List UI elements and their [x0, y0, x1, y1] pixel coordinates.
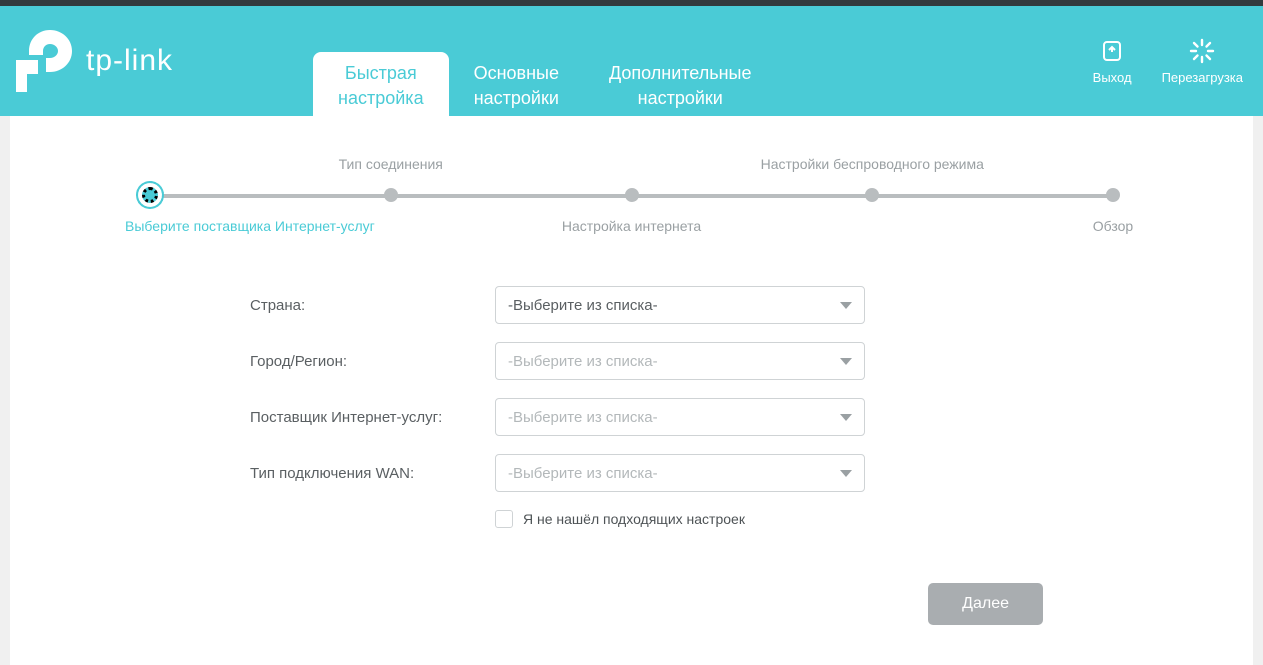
select-isp-value: -Выберите из списка- [508, 409, 658, 426]
row-isp: Поставщик Интернет-услуг: -Выберите из с… [250, 398, 970, 436]
step-label-select-isp: Выберите поставщика Интернет-услуг [125, 218, 375, 234]
step-dot-1[interactable] [142, 187, 158, 203]
label-city: Город/Регион: [250, 353, 495, 370]
step-label-overview: Обзор [1093, 218, 1133, 234]
tab-basic-settings[interactable]: Основные настройки [449, 52, 584, 116]
step-label-connection-type: Тип соединения [339, 156, 443, 172]
step-dot-4[interactable] [865, 188, 879, 202]
tab-label-line2: настройка [338, 86, 424, 110]
header-actions: Выход Перезагрузка [1093, 38, 1243, 85]
select-city[interactable]: -Выберите из списка- [495, 342, 865, 380]
tplink-logo-icon [16, 30, 74, 92]
step-dot-3[interactable] [625, 188, 639, 202]
logout-label: Выход [1093, 70, 1132, 85]
step-label-internet-setup: Настройка интернета [562, 218, 701, 234]
reboot-button[interactable]: Перезагрузка [1162, 38, 1243, 85]
header: tp-link Быстрая настройка Основные настр… [0, 6, 1263, 116]
row-wan: Тип подключения WAN: -Выберите из списка… [250, 454, 970, 492]
content-panel: Тип соединения Настройки беспроводного р… [10, 116, 1253, 665]
tab-advanced-settings[interactable]: Дополнительные настройки [584, 52, 777, 116]
reboot-icon [1189, 38, 1215, 64]
brand-logo: tp-link [10, 30, 173, 92]
chevron-down-icon [840, 358, 852, 365]
logout-button[interactable]: Выход [1093, 38, 1132, 85]
select-wan-value: -Выберите из списка- [508, 465, 658, 482]
chevron-down-icon [840, 470, 852, 477]
checkbox-not-found[interactable] [495, 510, 513, 528]
step-label-wireless: Настройки беспроводного режима [761, 156, 984, 172]
main-tabs: Быстрая настройка Основные настройки Доп… [313, 6, 776, 116]
select-country[interactable]: -Выберите из списка- [495, 286, 865, 324]
tab-label-line2: настройки [609, 86, 752, 110]
isp-form: Страна: -Выберите из списка- Город/Регио… [250, 286, 970, 528]
label-not-found: Я не нашёл подходящих настроек [523, 511, 745, 527]
wizard-stepper: Тип соединения Настройки беспроводного р… [150, 156, 1113, 236]
next-button[interactable]: Далее [928, 583, 1043, 625]
tab-label-line2: настройки [474, 86, 559, 110]
row-not-found: Я не нашёл подходящих настроек [495, 510, 970, 528]
label-wan: Тип подключения WAN: [250, 465, 495, 482]
row-city: Город/Регион: -Выберите из списка- [250, 342, 970, 380]
tab-quick-setup[interactable]: Быстрая настройка [313, 52, 449, 116]
label-isp: Поставщик Интернет-услуг: [250, 409, 495, 426]
select-wan[interactable]: -Выберите из списка- [495, 454, 865, 492]
tab-label-line1: Быстрая [338, 61, 424, 85]
chevron-down-icon [840, 302, 852, 309]
footer-buttons: Далее [70, 583, 1193, 625]
select-isp[interactable]: -Выберите из списка- [495, 398, 865, 436]
row-country: Страна: -Выберите из списка- [250, 286, 970, 324]
reboot-label: Перезагрузка [1162, 70, 1243, 85]
logout-icon [1100, 38, 1124, 64]
label-country: Страна: [250, 297, 495, 314]
tab-label-line1: Основные [474, 61, 559, 85]
select-city-value: -Выберите из списка- [508, 353, 658, 370]
step-dot-5[interactable] [1106, 188, 1120, 202]
tab-label-line1: Дополнительные [609, 61, 752, 85]
chevron-down-icon [840, 414, 852, 421]
brand-name: tp-link [86, 44, 173, 78]
step-dot-2[interactable] [384, 188, 398, 202]
select-country-value: -Выберите из списка- [508, 297, 658, 314]
